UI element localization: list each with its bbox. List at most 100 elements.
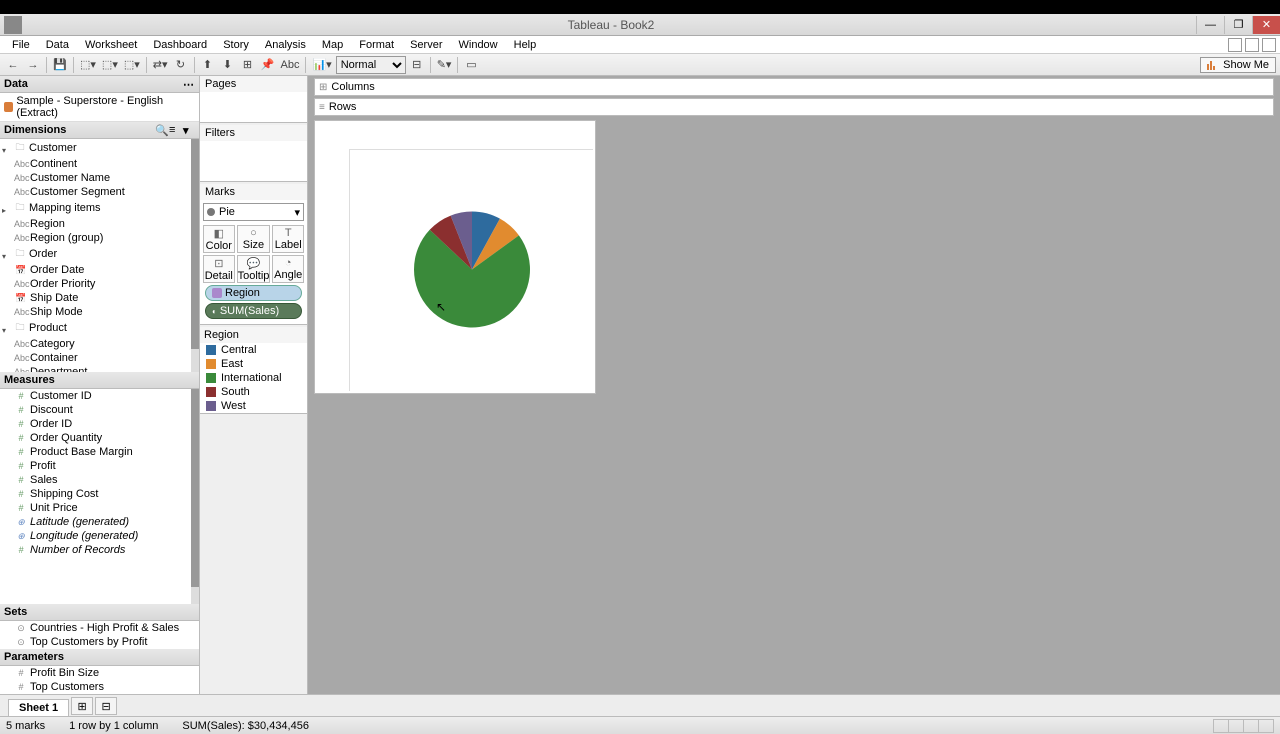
dimension-item[interactable]: AbcRegion	[0, 217, 199, 231]
rows-shelf[interactable]: ≡ Rows	[314, 98, 1274, 116]
measure-item[interactable]: #Unit Price	[0, 501, 199, 515]
measure-item[interactable]: #Customer ID	[0, 389, 199, 403]
menu-data[interactable]: Data	[38, 39, 77, 51]
refresh-button[interactable]: ↻	[172, 56, 190, 74]
menu-dashboard[interactable]: Dashboard	[145, 39, 215, 51]
minimize-button[interactable]: —	[1196, 16, 1224, 34]
parameters-item[interactable]: #Top Customers	[0, 680, 199, 694]
dimension-item[interactable]: AbcCustomer Segment	[0, 185, 199, 199]
dimension-item[interactable]: AbcCustomer Name	[0, 171, 199, 185]
find-icon[interactable]: 🔍	[155, 124, 167, 136]
pin-button[interactable]: 📌	[259, 56, 277, 74]
chart-type-button[interactable]: 📊▾	[310, 56, 333, 74]
color-pill-region[interactable]: Region	[205, 285, 302, 301]
dimension-item[interactable]: 🗀Order	[0, 245, 199, 263]
sort-desc-button[interactable]: ⬇	[219, 56, 237, 74]
close-button[interactable]: ✕	[1252, 16, 1280, 34]
nav-next-button[interactable]	[1243, 719, 1259, 733]
pane-menu-icon[interactable]: ⋯	[183, 78, 195, 90]
nav-prev-button[interactable]	[1228, 719, 1244, 733]
menu-help[interactable]: Help	[506, 39, 545, 51]
save-button[interactable]: 💾	[51, 56, 69, 74]
pie-slice-international[interactable]	[414, 229, 530, 327]
scrollbar[interactable]	[191, 139, 199, 372]
view-icon[interactable]: ≡	[169, 124, 181, 136]
mark-tooltip-button[interactable]: 💬Tooltip	[237, 255, 271, 283]
presentation-mode-button[interactable]	[1228, 38, 1242, 52]
dimension-item[interactable]: 📅Order Date	[0, 263, 199, 277]
pie-chart[interactable]	[412, 209, 532, 329]
mark-size-button[interactable]: ○Size	[237, 225, 271, 253]
measure-item[interactable]: ⊕Longitude (generated)	[0, 529, 199, 543]
sets-tree[interactable]: ⊙Countries - High Profit & Sales⊙Top Cus…	[0, 621, 199, 649]
legend-item[interactable]: West	[200, 399, 307, 413]
new-dashboard-button[interactable]: ⊟	[95, 697, 117, 715]
legend-item[interactable]: South	[200, 385, 307, 399]
back-button[interactable]: ←	[4, 56, 22, 74]
data-source[interactable]: Sample - Superstore - English (Extract)	[0, 93, 199, 122]
parameters-item[interactable]: #Profit Bin Size	[0, 666, 199, 680]
measure-item[interactable]: ⊕Latitude (generated)	[0, 515, 199, 529]
dimension-item[interactable]: AbcOrder Priority	[0, 277, 199, 291]
workspace-toggle-button[interactable]	[1245, 38, 1259, 52]
menu-server[interactable]: Server	[402, 39, 450, 51]
mark-type-select[interactable]: Pie ▾	[203, 203, 304, 221]
menu-format[interactable]: Format	[351, 39, 402, 51]
sort-asc-button[interactable]: ⬆	[199, 56, 217, 74]
show-me-button[interactable]: Show Me	[1200, 57, 1276, 73]
auto-update-button[interactable]: ⬚▾	[100, 56, 120, 74]
dimension-item[interactable]: 🗀Mapping items	[0, 199, 199, 217]
measure-item[interactable]: #Product Base Margin	[0, 445, 199, 459]
abc-button[interactable]: Abc	[279, 56, 302, 74]
fix-axes-button[interactable]: ⊟	[408, 56, 426, 74]
dimension-item[interactable]: 🗀Customer	[0, 139, 199, 157]
filters-shelf[interactable]: Filters	[200, 125, 307, 182]
help-toggle-button[interactable]	[1262, 38, 1276, 52]
nav-last-button[interactable]	[1258, 719, 1274, 733]
measures-tree[interactable]: #Customer ID#Discount#Order ID#Order Qua…	[0, 389, 199, 604]
swap-button[interactable]: ⇄▾	[151, 56, 170, 74]
new-worksheet-button[interactable]: ⊞	[71, 697, 93, 715]
parameters-tree[interactable]: #Profit Bin Size#Top Customers	[0, 666, 199, 694]
dimension-item[interactable]: AbcDepartment	[0, 365, 199, 372]
legend-item[interactable]: East	[200, 357, 307, 371]
measure-item[interactable]: #Profit	[0, 459, 199, 473]
measure-item[interactable]: #Shipping Cost	[0, 487, 199, 501]
dimension-item[interactable]: 🗀Product	[0, 319, 199, 337]
new-data-button[interactable]: ⬚▾	[78, 56, 98, 74]
fit-select[interactable]: Normal	[336, 56, 406, 74]
dimension-item[interactable]: AbcCategory	[0, 337, 199, 351]
dimension-item[interactable]: AbcContinent	[0, 157, 199, 171]
sheet-tab-1[interactable]: Sheet 1	[8, 699, 69, 716]
columns-shelf[interactable]: ⊞ Columns	[314, 78, 1274, 96]
mark-label-button[interactable]: TLabel	[272, 225, 304, 253]
dimension-item[interactable]: AbcShip Mode	[0, 305, 199, 319]
angle-pill-sales[interactable]: ◐ SUM(Sales)	[205, 303, 302, 319]
maximize-button[interactable]: ❐	[1224, 16, 1252, 34]
measure-item[interactable]: #Sales	[0, 473, 199, 487]
dimensions-tree[interactable]: 🗀CustomerAbcContinentAbcCustomer NameAbc…	[0, 139, 199, 372]
pages-shelf[interactable]: Pages	[200, 76, 307, 123]
mark-color-button[interactable]: ◧Color	[203, 225, 235, 253]
nav-first-button[interactable]	[1213, 719, 1229, 733]
menu-icon[interactable]: ▾	[183, 124, 195, 136]
sets-item[interactable]: ⊙Countries - High Profit & Sales	[0, 621, 199, 635]
presentation-button[interactable]: ▭	[462, 56, 480, 74]
scrollbar[interactable]	[191, 389, 199, 604]
highlight-button[interactable]: ✎▾	[435, 56, 454, 74]
viz-canvas[interactable]: ↖	[314, 120, 596, 394]
menu-window[interactable]: Window	[451, 39, 506, 51]
group-button[interactable]: ⊞	[239, 56, 257, 74]
run-button[interactable]: ⬚▾	[122, 56, 142, 74]
legend-item[interactable]: Central	[200, 343, 307, 357]
measure-item[interactable]: #Discount	[0, 403, 199, 417]
menu-worksheet[interactable]: Worksheet	[77, 39, 145, 51]
legend-item[interactable]: International	[200, 371, 307, 385]
mark-angle-button[interactable]: ◔Angle	[272, 255, 304, 283]
dimension-item[interactable]: 📅Ship Date	[0, 291, 199, 305]
menu-file[interactable]: File	[4, 39, 38, 51]
forward-button[interactable]: →	[24, 56, 42, 74]
menu-story[interactable]: Story	[215, 39, 257, 51]
measure-item[interactable]: #Order Quantity	[0, 431, 199, 445]
dimension-item[interactable]: AbcContainer	[0, 351, 199, 365]
